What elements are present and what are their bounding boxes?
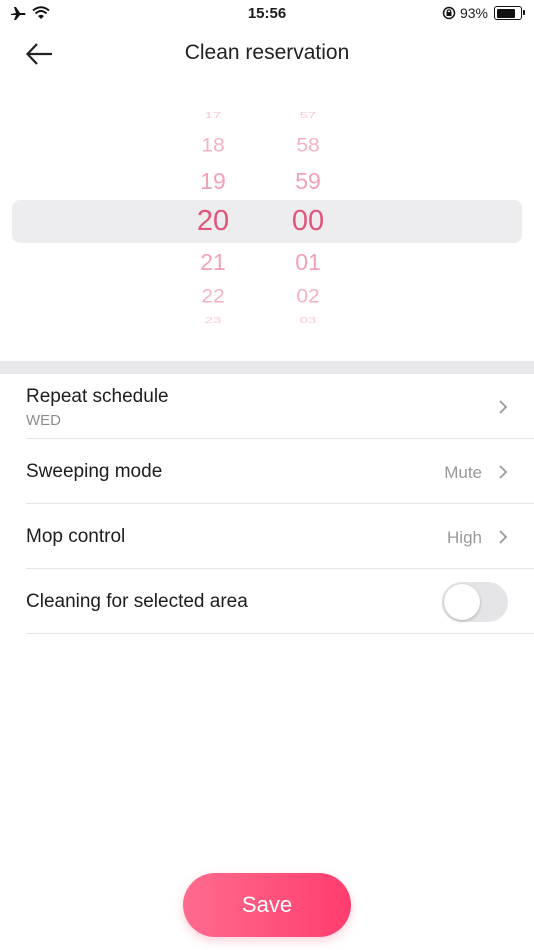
minute-wheel[interactable]: 57 58 59 00 01 02 03 — [258, 98, 358, 338]
minute-option[interactable]: 03 — [258, 316, 358, 324]
repeat-schedule-row[interactable]: Repeat schedule WED — [26, 374, 534, 439]
save-button[interactable]: Save — [183, 873, 351, 937]
selected-area-label: Cleaning for selected area — [26, 591, 248, 612]
minute-option[interactable]: 02 — [258, 287, 358, 306]
minute-option[interactable]: 00 — [258, 207, 358, 236]
battery-percent: 93% — [459, 5, 488, 21]
orientation-lock-icon — [442, 6, 456, 20]
hour-option[interactable]: 17 — [163, 111, 263, 119]
minute-option[interactable]: 57 — [258, 111, 358, 119]
toggle-knob — [444, 584, 480, 620]
repeat-schedule-label: Repeat schedule — [26, 386, 169, 407]
battery-fill — [496, 8, 515, 18]
mop-control-value: High — [447, 528, 482, 547]
sweeping-mode-row[interactable]: Sweeping mode Mute — [26, 439, 534, 504]
chevron-right-icon — [499, 465, 508, 479]
hour-option[interactable]: 22 — [163, 287, 263, 306]
settings-list: Repeat schedule WED Sweeping mode Mute M… — [0, 374, 534, 634]
battery-icon — [494, 6, 525, 20]
sweeping-mode-label: Sweeping mode — [26, 461, 163, 482]
status-bar: 15:56 93% — [0, 0, 534, 28]
minute-option[interactable]: 59 — [258, 170, 358, 193]
mop-control-label: Mop control — [26, 526, 126, 547]
sweeping-mode-value: Mute — [444, 463, 482, 482]
selected-area-toggle[interactable] — [442, 582, 508, 622]
hour-option[interactable]: 23 — [163, 316, 263, 324]
time-picker: 17 18 19 20 21 22 23 57 58 59 00 01 02 03 — [0, 98, 534, 338]
hour-option[interactable]: 20 — [163, 207, 263, 236]
hour-option[interactable]: 18 — [163, 136, 263, 155]
page-title: Clean reservation — [184, 41, 350, 64]
hour-wheel[interactable]: 17 18 19 20 21 22 23 — [163, 98, 263, 338]
chevron-right-icon — [499, 530, 508, 544]
hour-option[interactable]: 21 — [163, 251, 263, 274]
chevron-right-icon — [499, 400, 508, 414]
status-right: 93% — [442, 5, 525, 21]
nav-bar: Clean reservation — [0, 28, 534, 80]
hour-option[interactable]: 19 — [163, 170, 263, 193]
mop-control-row[interactable]: Mop control High — [26, 504, 534, 569]
repeat-schedule-value: WED — [26, 412, 61, 429]
selected-area-row: Cleaning for selected area — [26, 569, 534, 634]
minute-option[interactable]: 58 — [258, 136, 358, 155]
minute-option[interactable]: 01 — [258, 251, 358, 274]
section-divider — [0, 361, 534, 374]
